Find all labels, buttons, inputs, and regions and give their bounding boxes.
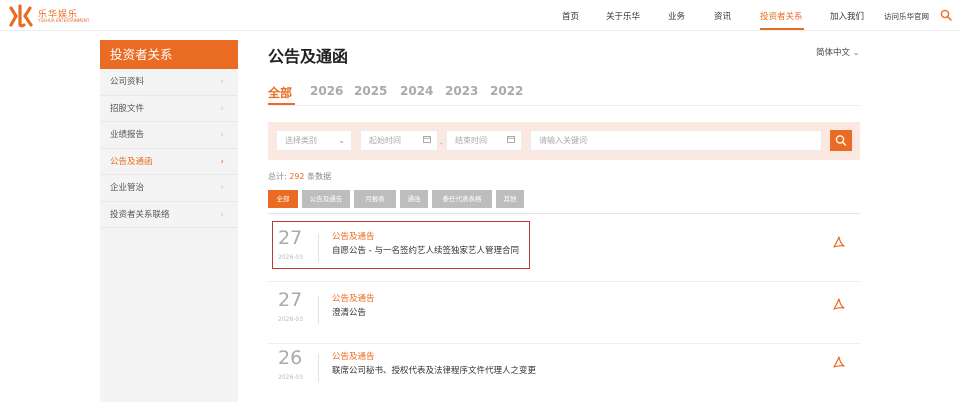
category-placeholder: 选择类别 — [285, 136, 317, 145]
nav-home[interactable]: 首页 — [562, 10, 579, 22]
tab-category-proxy-forms[interactable]: 委任代表表格 — [432, 190, 492, 208]
logo-subtext: YUEHUA ENTERTAINMENT — [38, 18, 90, 23]
sidebar-item-label: 公司资料 — [110, 77, 145, 87]
sidebar-item-label: 企业管治 — [110, 183, 145, 193]
chevron-right-icon: › — [220, 156, 224, 167]
date-year-month: 2026-03 — [278, 316, 304, 323]
date-day: 27 — [278, 289, 303, 311]
date-day: 26 — [278, 347, 303, 369]
chevron-right-icon: › — [220, 130, 224, 140]
date-range-separator: - — [440, 139, 443, 148]
tab-category-all[interactable]: 全部 — [268, 190, 298, 208]
nav-news[interactable]: 资讯 — [714, 10, 731, 22]
search-icon — [835, 135, 847, 146]
sidebar: 投资者关系 公司资料 › 招股文件 › 业绩报告 › 公告及通函 › 企业管治 … — [100, 40, 238, 402]
row-title-link[interactable]: 联席公司秘书、授权代表及法律程序文件代理人之变更 — [332, 364, 536, 376]
announcement-row[interactable]: 26 2026-03 公告及通告 联席公司秘书、授权代表及法律程序文件代理人之变… — [268, 342, 860, 402]
date-year-month: 2026-03 — [278, 374, 304, 381]
sidebar-item-ir-contact[interactable]: 投资者关系联络 › — [100, 202, 238, 228]
chevron-down-icon: ⌄ — [338, 136, 345, 145]
page: 乐华娱乐 YUEHUA ENTERTAINMENT 首页 关于乐华 业务 资讯 … — [0, 0, 960, 402]
end-date-input[interactable]: 结束时间 — [446, 130, 522, 151]
sidebar-item-company-info[interactable]: 公司资料 › — [100, 69, 238, 96]
nav-about[interactable]: 关于乐华 — [606, 10, 640, 22]
divider — [268, 105, 860, 106]
sidebar-title: 投资者关系 — [100, 40, 238, 69]
start-date-placeholder: 起始时间 — [369, 136, 401, 145]
nav-investor-relations[interactable]: 投资者关系 — [760, 10, 803, 22]
language-selector[interactable]: 简体中文 ⌄ — [816, 46, 859, 58]
calendar-icon — [423, 131, 431, 150]
sidebar-item-governance[interactable]: 企业管治 › — [100, 175, 238, 202]
end-date-placeholder: 结束时间 — [455, 136, 487, 145]
tab-year-2024[interactable]: 2024 — [400, 84, 433, 98]
nav-careers[interactable]: 加入我们 — [830, 10, 864, 22]
tab-year-all[interactable]: 全部 — [268, 84, 292, 101]
year-active-indicator — [268, 103, 295, 105]
keyword-placeholder: 请输入关键词 — [539, 136, 587, 145]
chevron-right-icon: › — [220, 77, 224, 87]
tab-year-2025[interactable]: 2025 — [354, 84, 387, 98]
chevron-right-icon: › — [220, 103, 224, 114]
sidebar-item-label: 业绩报告 — [110, 130, 145, 140]
nav-official-site[interactable]: 访问乐华官网 — [884, 11, 929, 22]
start-date-input[interactable]: 起始时间 — [360, 130, 438, 151]
chevron-right-icon: › — [220, 209, 224, 220]
tab-year-2026[interactable]: 2026 — [310, 84, 343, 98]
row-category: 公告及通告 — [332, 294, 375, 304]
tab-year-2023[interactable]: 2023 — [445, 84, 478, 98]
highlight-box — [272, 221, 530, 269]
yuehua-logo-icon — [9, 4, 33, 28]
total-prefix: 总计: — [268, 172, 287, 181]
row-divider — [318, 354, 319, 382]
chevron-down-icon: ⌄ — [852, 48, 860, 57]
nav-active-indicator — [760, 28, 804, 30]
filter-bar: 选择类别 ⌄ 起始时间 - 结束时间 请输入关键词 — [268, 122, 860, 160]
top-header: 乐华娱乐 YUEHUA ENTERTAINMENT 首页 关于乐华 业务 资讯 … — [0, 0, 960, 31]
row-title-link[interactable]: 澄清公告 — [332, 306, 366, 318]
pdf-icon[interactable] — [831, 234, 847, 250]
tab-category-circulars[interactable]: 通函 — [400, 190, 428, 208]
search-icon[interactable] — [940, 9, 952, 21]
row-category: 公告及通告 — [332, 352, 375, 362]
total-number: 292 — [289, 172, 305, 181]
sidebar-item-label: 投资者关系联络 — [110, 209, 170, 220]
category-select[interactable]: 选择类别 ⌄ — [276, 130, 352, 151]
sidebar-item-label: 招股文件 — [110, 103, 145, 114]
total-suffix: 条数据 — [307, 172, 332, 181]
announcement-row[interactable]: 27 2026-03 公告及通告 澄清公告 — [268, 284, 860, 344]
divider — [268, 213, 860, 214]
keyword-input[interactable]: 请输入关键词 — [530, 130, 822, 151]
tab-category-announcements[interactable]: 公告及通告 — [302, 190, 350, 208]
tab-year-2022[interactable]: 2022 — [490, 84, 523, 98]
row-divider — [318, 296, 319, 324]
pdf-icon[interactable] — [831, 354, 847, 370]
sidebar-item-announcements[interactable]: 公告及通函 › — [100, 149, 238, 175]
logo[interactable]: 乐华娱乐 YUEHUA ENTERTAINMENT — [8, 4, 90, 28]
page-title: 公告及通函 — [268, 47, 349, 66]
pdf-icon[interactable] — [831, 296, 847, 312]
sidebar-item-prospectus[interactable]: 招股文件 › — [100, 96, 238, 122]
language-label: 简体中文 — [816, 48, 851, 58]
sidebar-item-label: 公告及通函 — [110, 156, 153, 167]
total-count: 总计: 292 条数据 — [268, 171, 331, 182]
search-button[interactable] — [830, 130, 852, 151]
tab-category-monthly[interactable]: 月报表 — [354, 190, 396, 208]
row-separator — [268, 281, 860, 282]
tab-category-others[interactable]: 其他 — [496, 190, 524, 208]
chevron-right-icon: › — [220, 183, 224, 193]
sidebar-item-results[interactable]: 业绩报告 › — [100, 122, 238, 149]
nav-business[interactable]: 业务 — [668, 10, 685, 22]
calendar-icon — [507, 131, 515, 150]
